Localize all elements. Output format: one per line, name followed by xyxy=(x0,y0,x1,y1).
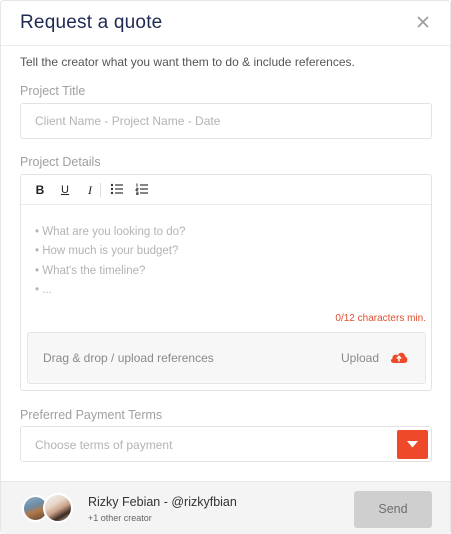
editor-toolbar: B U I xyxy=(21,175,431,205)
modal-header: Request a quote xyxy=(1,1,450,46)
creator-name: Rizky Febian - @rizkyfbian xyxy=(88,495,237,509)
placeholder-line: • What are you looking to do? xyxy=(35,226,186,238)
cloud-upload-icon[interactable] xyxy=(389,350,409,364)
payment-terms-placeholder: Choose terms of payment xyxy=(35,438,173,452)
bulleted-list-icon xyxy=(110,183,123,195)
creator-avatar xyxy=(43,493,73,523)
dropdown-button[interactable] xyxy=(397,430,428,459)
modal-footer: Rizky Febian - @rizkyfbian +1 other crea… xyxy=(1,481,450,534)
bulleted-list-button[interactable] xyxy=(109,182,125,198)
close-button[interactable] xyxy=(414,13,432,31)
caret-down-icon xyxy=(407,441,418,448)
toolbar-divider xyxy=(100,183,101,197)
placeholder-line: • ... xyxy=(35,283,52,296)
modal-intro-text: Tell the creator what you want them to d… xyxy=(20,55,355,69)
payment-terms-label: Preferred Payment Terms xyxy=(20,408,163,422)
project-details-editor[interactable]: B U I • What are you looking to do? • Ho… xyxy=(20,174,432,391)
references-dropzone[interactable]: Drag & drop / upload references Upload xyxy=(27,332,426,384)
details-placeholder: • What are you looking to do? • How much… xyxy=(35,223,185,300)
bold-button[interactable]: B xyxy=(32,182,48,198)
upload-label[interactable]: Upload xyxy=(341,351,379,365)
placeholder-line: • What's the timeline? xyxy=(35,264,146,277)
project-title-input[interactable] xyxy=(21,104,431,138)
request-quote-modal: Request a quote Tell the creator what yo… xyxy=(0,0,451,534)
underline-button[interactable]: U xyxy=(57,182,73,198)
close-icon xyxy=(417,16,429,28)
modal-title: Request a quote xyxy=(20,12,163,33)
character-counter: 0/12 characters min. xyxy=(335,313,426,324)
italic-button[interactable]: I xyxy=(82,182,98,198)
payment-terms-select[interactable]: Choose terms of payment xyxy=(20,426,432,462)
numbered-list-icon xyxy=(135,183,148,195)
project-title-field-wrapper xyxy=(20,103,432,139)
project-details-label: Project Details xyxy=(20,155,101,169)
other-creators-count: +1 other creator xyxy=(88,513,152,523)
dropzone-label: Drag & drop / upload references xyxy=(43,351,214,365)
numbered-list-button[interactable] xyxy=(134,182,150,198)
project-title-label: Project Title xyxy=(20,84,86,98)
send-button[interactable]: Send xyxy=(354,491,432,528)
placeholder-line: • How much is your budget? xyxy=(35,245,179,258)
